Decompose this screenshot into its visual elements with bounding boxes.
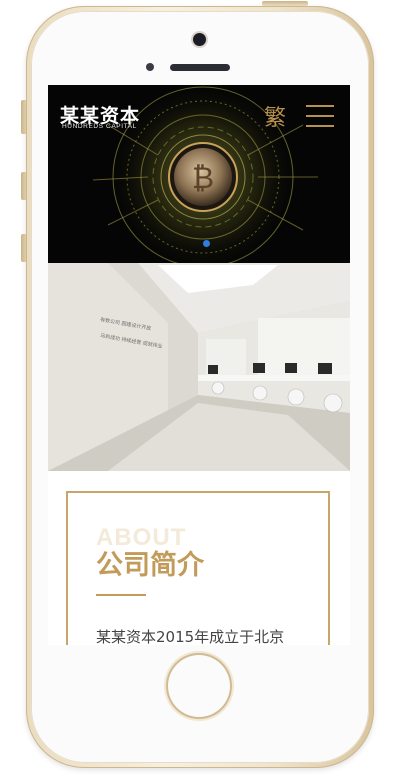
about-text: 某某资本2015年成立于北京 (96, 628, 285, 645)
phone-screen: ₿ 某某资本 HUNDREDS CAPITAL 繁 有数公司 圆建设计开放 马到… (48, 85, 350, 645)
logo-subtitle: HUNDREDS CAPITAL (62, 123, 137, 130)
hero-banner[interactable]: ₿ 某某资本 HUNDREDS CAPITAL 繁 (48, 85, 350, 263)
bitcoin-symbol: ₿ (192, 161, 214, 196)
about-divider (96, 594, 146, 596)
earpiece-speaker (170, 64, 230, 71)
hamburger-menu-icon[interactable] (306, 105, 336, 127)
office-illustration: 有数公司 圆建设计开放 马到成功 持续经营 成就伟业 (48, 263, 350, 471)
about-title: 公司简介 (96, 550, 204, 581)
language-toggle-button[interactable]: 繁 (264, 100, 286, 132)
slider-dot-active[interactable] (203, 240, 210, 247)
about-section: ABOUT 公司简介 某某资本2015年成立于北京 (48, 471, 350, 645)
proximity-sensor (146, 63, 154, 71)
home-button[interactable] (168, 655, 230, 717)
front-camera (193, 33, 206, 46)
office-photo: 有数公司 圆建设计开放 马到成功 持续经营 成就伟业 (48, 263, 350, 471)
